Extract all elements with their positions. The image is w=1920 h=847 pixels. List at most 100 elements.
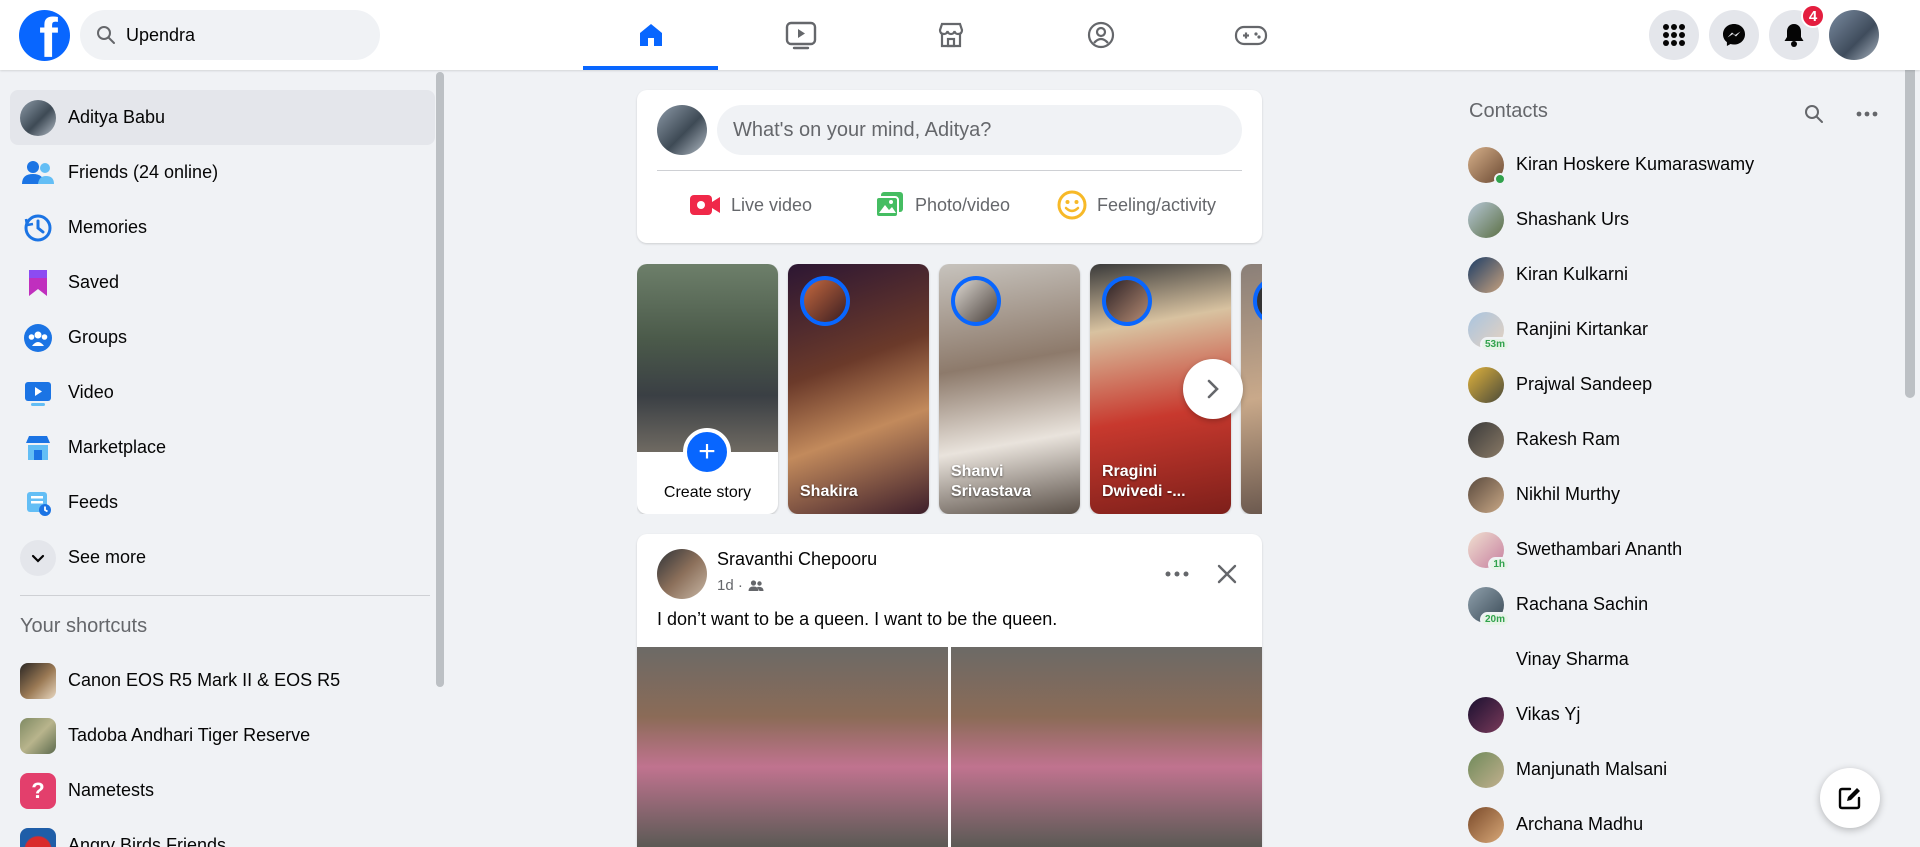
bell-icon — [1784, 24, 1804, 47]
contact-item[interactable]: 20m Rachana Sachin — [1460, 577, 1900, 632]
whats-on-your-mind-input[interactable]: What's on your mind, Aditya? — [717, 105, 1242, 155]
contact-item[interactable]: 53m Ranjini Kirtankar — [1460, 302, 1900, 357]
sidebar-item-feeds[interactable]: Feeds — [10, 475, 435, 530]
sidebar-item-friends[interactable]: Friends (24 online) — [10, 145, 435, 200]
avatar[interactable] — [657, 549, 707, 599]
friends-icon — [22, 160, 54, 184]
contact-item[interactable]: Vinay Sharma — [1460, 632, 1900, 687]
shortcut-item[interactable]: Canon EOS R5 Mark II & EOS R5 — [10, 653, 435, 708]
new-message-button[interactable] — [1820, 768, 1880, 828]
tab-marketplace[interactable] — [883, 0, 1018, 70]
memories-icon — [24, 214, 52, 241]
post-time[interactable]: 1d · — [717, 577, 743, 594]
avatar[interactable] — [657, 105, 707, 155]
notification-badge: 4 — [1801, 4, 1825, 28]
contact-item[interactable]: Vikas Yj — [1460, 687, 1900, 742]
contact-name: Prajwal Sandeep — [1516, 374, 1653, 394]
home-icon — [639, 24, 662, 46]
contact-name: Archana Madhu — [1516, 814, 1644, 834]
feeling-activity-button[interactable]: Feeling/activity — [1057, 180, 1216, 230]
sidebar-item-memories[interactable]: Memories — [10, 200, 435, 255]
notifications-button[interactable]: 4 — [1769, 4, 1825, 60]
avatar — [1468, 201, 1504, 238]
story-card[interactable]: Shanvi Srivastava — [939, 264, 1080, 514]
contact-name: Swethambari Ananth — [1516, 539, 1683, 559]
profile-name: Aditya Babu — [68, 107, 166, 127]
stories-next-button[interactable] — [1183, 359, 1243, 419]
shortcut-item[interactable]: Angry Birds Friends — [10, 818, 435, 847]
post-photo[interactable] — [637, 647, 948, 847]
marketplace-icon — [938, 22, 963, 48]
sidebar-item-saved[interactable]: Saved — [10, 255, 435, 310]
post-options-button[interactable] — [1157, 554, 1197, 594]
action-label: Photo/video — [915, 194, 1011, 215]
sidebar-scrollbar[interactable] — [436, 72, 444, 687]
divider — [657, 170, 1242, 171]
contact-item[interactable]: Shashank Urs — [1460, 192, 1900, 247]
shortcut-thumbnail — [20, 717, 56, 754]
avatar — [1468, 146, 1506, 185]
shortcut-label: Nametests — [68, 780, 155, 800]
contact-item[interactable]: Nikhil Murthy — [1460, 467, 1900, 522]
search-icon — [97, 26, 115, 44]
tab-gaming[interactable] — [1183, 0, 1318, 70]
plus-icon[interactable]: + — [683, 428, 731, 476]
sidebar-item-profile[interactable]: Aditya Babu — [10, 90, 435, 145]
shortcuts-title: Your shortcuts — [20, 615, 148, 637]
story-card[interactable] — [1241, 264, 1262, 514]
tab-home[interactable] — [583, 0, 718, 70]
contact-item[interactable]: Kiran Kulkarni — [1460, 247, 1900, 302]
photo-video-button[interactable]: Photo/video — [875, 180, 1010, 230]
hide-post-button[interactable] — [1207, 554, 1247, 594]
search-contacts-button[interactable] — [1798, 98, 1830, 130]
story-author: Shakira — [800, 483, 858, 500]
compose-icon — [1838, 787, 1861, 810]
chevron-right-icon — [1207, 379, 1219, 399]
shortcut-item[interactable]: ? Nametests — [10, 763, 435, 818]
messenger-button[interactable] — [1709, 10, 1759, 60]
story-card[interactable]: Shakira — [788, 264, 929, 514]
contact-name: Manjunath Malsani — [1516, 759, 1668, 779]
contact-name: Kiran Kulkarni — [1516, 264, 1629, 284]
contacts-options-button[interactable] — [1851, 98, 1883, 130]
contact-item[interactable]: Rakesh Ram — [1460, 412, 1900, 467]
shortcut-item[interactable]: Tadoba Andhari Tiger Reserve — [10, 708, 435, 763]
feeds-icon — [27, 491, 51, 516]
video-icon — [25, 381, 51, 406]
post-meta: 1d · — [717, 577, 764, 594]
menu-button[interactable] — [1649, 10, 1699, 60]
contact-item[interactable]: Prajwal Sandeep — [1460, 357, 1900, 412]
tab-groups[interactable] — [1033, 0, 1168, 70]
live-video-icon — [690, 195, 720, 215]
marketplace-icon — [26, 435, 50, 460]
facebook-logo[interactable]: f — [19, 10, 70, 61]
stories-tray: + Create story Shakira Shanvi Srivastava… — [637, 264, 1262, 514]
action-label: Live video — [731, 194, 813, 215]
avatar — [1468, 256, 1504, 293]
create-story-card[interactable]: + Create story — [637, 264, 778, 514]
avatar — [800, 276, 850, 326]
sidebar-item-video[interactable]: Video — [10, 365, 435, 420]
contacts-title: Contacts — [1469, 100, 1548, 122]
search-input[interactable] — [126, 24, 356, 46]
tab-video[interactable] — [733, 0, 868, 70]
account-avatar[interactable] — [1829, 10, 1879, 60]
contact-item[interactable]: Kiran Hoskere Kumaraswamy — [1460, 137, 1900, 192]
contact-name: Rachana Sachin — [1516, 594, 1649, 614]
divider — [20, 595, 430, 596]
sidebar-item-groups[interactable]: Groups — [10, 310, 435, 365]
post-author[interactable]: Sravanthi Chepooru — [717, 549, 877, 570]
last-active-badge: 20m — [1479, 611, 1510, 627]
live-video-button[interactable]: Live video — [689, 180, 812, 230]
avatar — [1468, 696, 1504, 733]
see-more-button[interactable]: See more — [10, 530, 435, 585]
contact-item[interactable]: 1h Swethambari Ananth — [1460, 522, 1900, 577]
search-box[interactable] — [80, 10, 380, 60]
more-horizontal-icon — [1856, 111, 1878, 117]
avatar — [1253, 276, 1262, 326]
chevron-down-icon — [31, 554, 45, 563]
contact-name: Ranjini Kirtankar — [1516, 319, 1649, 339]
sidebar-item-label: Video — [68, 382, 114, 402]
sidebar-item-marketplace[interactable]: Marketplace — [10, 420, 435, 475]
post-photo[interactable] — [951, 647, 1262, 847]
